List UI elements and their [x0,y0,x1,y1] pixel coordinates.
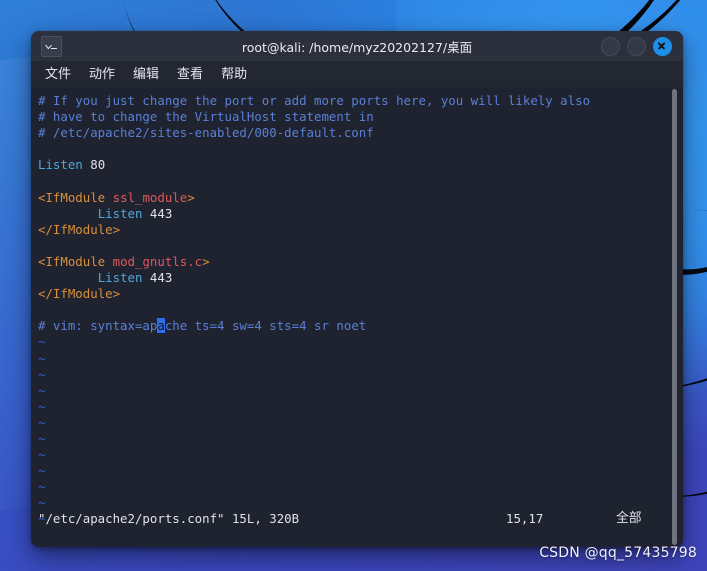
editor-text [38,270,98,285]
editor-line: Listen 80 [38,157,683,173]
editor-text: ~ [38,430,46,446]
editor-text: > [187,189,195,205]
editor-line: ~ [38,334,683,350]
editor-text: Listen [38,157,83,173]
desktop-root: root@kali: /home/myz20202127/桌面 文件 动作 编辑 查看… [0,0,707,571]
editor-line: ~ [38,367,683,383]
editor-line: ~ [38,479,683,495]
editor-text: ~ [38,366,46,382]
editor-text: <IfModule [38,253,113,269]
terminal-scrollbar[interactable] [668,87,681,547]
editor-line: ~ [38,399,683,415]
status-cursor-position: 15,17 [506,510,544,526]
window-title: root@kali: /home/myz20202127/桌面 [241,39,473,55]
editor-line: </IfModule> [38,222,683,238]
status-scroll-scope: 全部 [616,510,642,526]
editor-line: ~ [38,383,683,399]
editor-text: # have to change the VirtualHost stateme… [38,109,374,125]
vim-editor-content[interactable]: # If you just change the port or add mor… [31,87,683,547]
editor-text [38,206,98,221]
editor-line: Listen 443 [38,270,683,286]
close-button[interactable] [653,36,672,56]
terminal-icon [41,35,62,57]
editor-text: Listen [97,270,143,286]
editor-text: ~ [38,398,46,414]
editor-text: ~ [38,463,46,479]
editor-line: <IfModule mod_gnutls.c> [38,254,683,270]
editor-text: 443 [142,270,173,286]
editor-line: # /etc/apache2/sites-enabled/000-default… [38,125,683,141]
editor-text: ~ [38,447,46,463]
menu-item-3[interactable]: 查看 [169,66,211,83]
editor-line: ~ [38,495,683,511]
csdn-watermark: CSDN @qq_57435798 [539,545,697,561]
menu-item-1[interactable]: 动作 [81,66,123,83]
editor-text: ~ [38,382,46,398]
editor-text: > [202,253,210,269]
editor-line: # have to change the VirtualHost stateme… [38,109,683,125]
status-file-info: "/etc/apache2/ports.conf" 15L, 320B [38,510,300,526]
text-cursor: a [157,318,165,334]
editor-line: <IfModule ssl_module> [38,190,683,206]
editor-text: mod_gnutls.c [112,253,203,269]
editor-line: # If you just change the port or add mor… [38,93,683,109]
maximize-button[interactable] [627,36,646,56]
minimize-button[interactable] [601,36,620,56]
editor-text: <IfModule [38,189,113,205]
editor-text: ~ [38,350,46,366]
vim-status-line: "/etc/apache2/ports.conf" 15L, 320B 15,1… [38,511,665,527]
editor-text: # /etc/apache2/sites-enabled/000-default… [38,125,374,141]
editor-line: ~ [38,415,683,431]
editor-text: ssl_module [112,189,188,205]
editor-text: Listen [97,205,143,221]
editor-line: # vim: syntax=apache ts=4 sw=4 sts=4 sr … [38,318,683,334]
editor-line: </IfModule> [38,286,683,302]
scrollbar-thumb[interactable] [672,89,677,545]
menu-bar: 文件 动作 编辑 查看 帮助 [31,61,683,87]
editor-line: ~ [38,447,683,463]
editor-text: # vim: syntax=ap [38,318,158,334]
editor-text: 443 [142,205,173,221]
editor-text: ~ [38,414,46,430]
editor-text: </IfModule> [38,221,121,237]
editor-text: </IfModule> [38,286,121,302]
menu-item-2[interactable]: 编辑 [125,66,167,83]
window-titlebar[interactable]: root@kali: /home/myz20202127/桌面 [31,31,683,61]
window-controls [601,36,677,56]
editor-text: 80 [90,157,106,173]
editor-text: ~ [38,334,46,350]
editor-text: ~ [38,479,46,495]
editor-line: ~ [38,431,683,447]
editor-text: che ts=4 sw=4 sts=4 sr noet [164,318,367,334]
menu-item-0[interactable]: 文件 [37,66,79,83]
editor-text: ~ [38,495,46,511]
menu-item-4[interactable]: 帮助 [213,66,255,83]
editor-line: ~ [38,463,683,479]
editor-line: ~ [38,351,683,367]
terminal-window: root@kali: /home/myz20202127/桌面 文件 动作 编辑 查看… [31,31,683,547]
editor-line: Listen 443 [38,206,683,222]
terminal-body[interactable]: # If you just change the port or add mor… [31,87,683,547]
editor-text: # If you just change the port or add mor… [38,93,591,108]
